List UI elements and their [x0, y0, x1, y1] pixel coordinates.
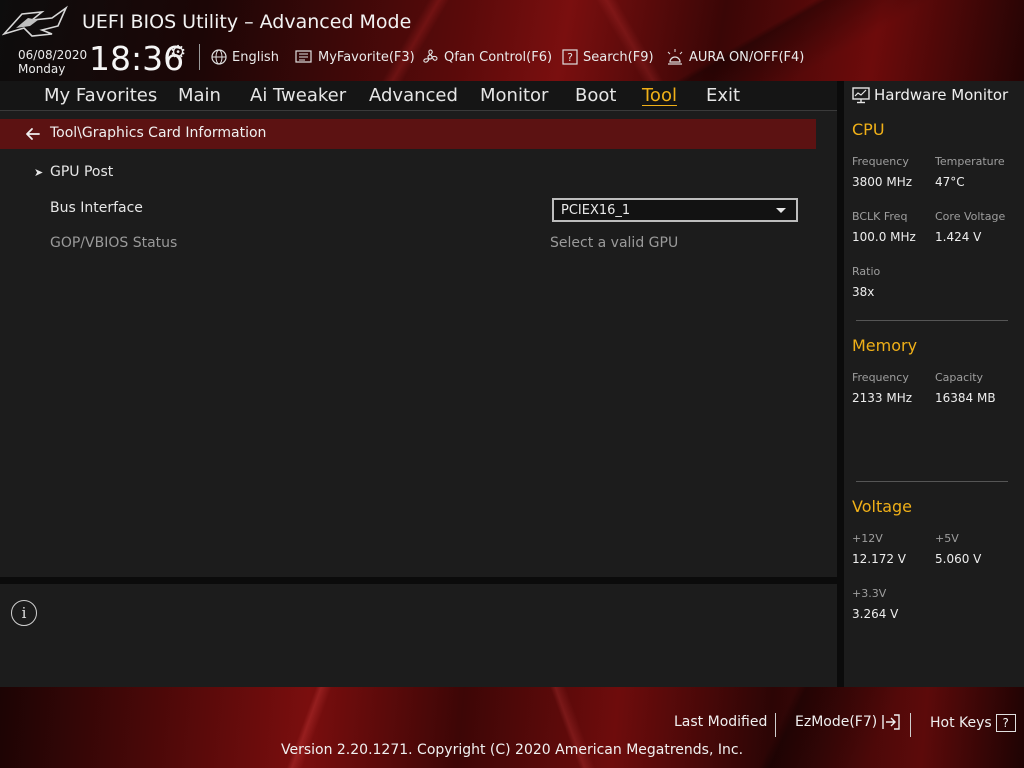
gear-icon[interactable]: ⚙ — [170, 42, 186, 63]
fan-icon — [423, 49, 438, 63]
cpu-frequency-value: 3800 MHz — [852, 175, 913, 189]
bus-interface-select[interactable]: PCIEX16_1 — [552, 198, 798, 222]
cpu-temperature-label: Temperature — [935, 155, 1005, 168]
info-icon: i — [11, 600, 37, 626]
aura-label: AURA ON/OFF(F4) — [689, 49, 805, 65]
monitor-icon — [852, 86, 870, 103]
menu-advanced[interactable]: Advanced — [369, 85, 458, 106]
help-panel: i — [0, 584, 837, 687]
qfan-control-label: Qfan Control(F6) — [444, 49, 553, 65]
footer-divider — [910, 713, 911, 737]
v12-value: 12.172 V — [852, 552, 907, 566]
menu-ai-tweaker[interactable]: Ai Tweaker — [250, 85, 346, 106]
search-icon: ? — [562, 49, 578, 65]
date-display: 06/08/2020 Monday — [18, 48, 87, 76]
header-divider — [199, 44, 200, 70]
gpu-post-link[interactable]: GPU Post — [50, 164, 113, 180]
aura-toggle-button[interactable]: AURA ON/OFF(F4) — [666, 47, 804, 67]
bclk-freq-value: 100.0 MHz — [852, 230, 916, 244]
myfavorite-button[interactable]: MyFavorite(F3) — [295, 47, 415, 67]
memory-frequency-value: 2133 MHz — [852, 391, 913, 405]
gop-vbios-status-label: GOP/VBIOS Status — [50, 235, 178, 251]
footer-bar: Last Modified EzMode(F7) Hot Keys ? Vers… — [0, 687, 1024, 768]
menu-my-favorites[interactable]: My Favorites — [44, 85, 157, 106]
gop-vbios-status-value: Select a valid GPU — [550, 235, 679, 251]
bus-interface-value: PCIEX16_1 — [561, 202, 631, 218]
menu-boot[interactable]: Boot — [575, 85, 616, 106]
hot-keys-button[interactable]: Hot Keys ? — [930, 714, 1016, 732]
qfan-control-button[interactable]: Qfan Control(F6) — [421, 47, 552, 67]
menu-tool[interactable]: Tool — [642, 85, 677, 106]
hw-monitor-divider — [837, 81, 844, 687]
ezmode-label: EzMode(F7) — [795, 714, 878, 730]
cpu-frequency-label: Frequency — [852, 155, 909, 168]
day-text: Monday — [18, 62, 66, 76]
copyright-text: Version 2.20.1271. Copyright (C) 2020 Am… — [280, 742, 744, 758]
hardware-monitor-header: Hardware Monitor — [852, 86, 1008, 104]
ezmode-button[interactable]: EzMode(F7) — [795, 714, 901, 730]
exit-icon — [882, 714, 900, 730]
bus-interface-label: Bus Interface — [50, 200, 143, 216]
memory-frequency-label: Frequency — [852, 371, 909, 384]
core-voltage-label: Core Voltage — [935, 210, 1006, 223]
menu-monitor[interactable]: Monitor — [480, 85, 548, 106]
hot-keys-label: Hot Keys — [930, 715, 992, 731]
memory-capacity-label: Capacity — [935, 371, 984, 384]
search-label: Search(F9) — [583, 49, 654, 65]
last-modified-button[interactable]: Last Modified — [674, 714, 767, 730]
memory-section-title: Memory — [852, 336, 918, 355]
submenu-arrow-icon: ➤ — [34, 166, 44, 179]
bclk-freq-label: BCLK Freq — [852, 210, 908, 223]
aura-icon — [667, 49, 683, 65]
svg-text:?: ? — [567, 51, 573, 64]
last-modified-label: Last Modified — [674, 714, 768, 730]
footer-divider — [775, 713, 776, 737]
hardware-monitor-panel: Hardware Monitor CPU Frequency Temperatu… — [844, 81, 1024, 687]
core-voltage-value: 1.424 V — [935, 230, 982, 244]
globe-icon — [211, 49, 227, 65]
search-button[interactable]: ? Search(F9) — [562, 47, 654, 67]
hw-section-divider — [856, 481, 1008, 482]
breadcrumb-path: Tool\Graphics Card Information — [50, 125, 267, 141]
hw-section-divider — [856, 320, 1008, 321]
v5-label: +5V — [935, 532, 959, 545]
cpu-section-title: CPU — [852, 120, 885, 139]
v33-value: 3.264 V — [852, 607, 899, 621]
back-arrow-icon[interactable] — [24, 125, 42, 143]
main-menu-bar: My Favorites Main Ai Tweaker Advanced Mo… — [0, 81, 837, 111]
breadcrumb: Tool\Graphics Card Information — [0, 119, 816, 149]
dropdown-caret-icon — [776, 208, 786, 213]
rog-logo-icon — [2, 5, 68, 37]
menu-main[interactable]: Main — [178, 85, 221, 106]
panel-divider — [0, 577, 837, 584]
app-title: UEFI BIOS Utility – Advanced Mode — [82, 11, 412, 33]
language-button[interactable]: English — [211, 47, 279, 67]
main-content: Tool\Graphics Card Information ➤ GPU Pos… — [0, 111, 837, 577]
myfavorite-label: MyFavorite(F3) — [318, 49, 415, 65]
cpu-temperature-value: 47°C — [935, 175, 965, 189]
header-bar: UEFI BIOS Utility – Advanced Mode 06/08/… — [0, 0, 1024, 81]
hardware-monitor-title: Hardware Monitor — [874, 86, 1009, 104]
date-text: 06/08/2020 — [18, 48, 88, 62]
favorite-icon — [295, 50, 312, 63]
v5-value: 5.060 V — [935, 552, 982, 566]
v12-label: +12V — [852, 532, 883, 545]
voltage-section-title: Voltage — [852, 497, 913, 516]
language-label: English — [232, 49, 279, 65]
ratio-value: 38x — [852, 285, 875, 299]
v33-label: +3.3V — [852, 587, 887, 600]
menu-exit[interactable]: Exit — [706, 85, 740, 106]
help-icon: ? — [995, 714, 1016, 732]
ratio-label: Ratio — [852, 265, 881, 278]
memory-capacity-value: 16384 MB — [935, 391, 996, 405]
